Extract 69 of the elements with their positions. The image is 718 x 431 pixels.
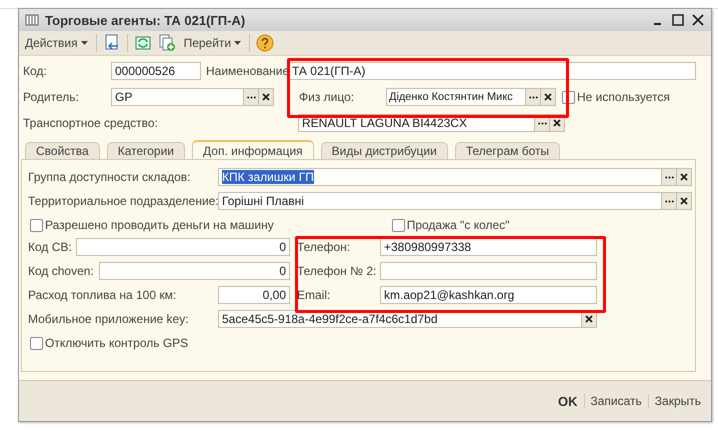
select-button[interactable] — [525, 89, 540, 105]
input-field[interactable]: Діденко Костянтин Микс — [386, 88, 556, 106]
tab[interactable]: Виды дистрибуции — [320, 142, 448, 159]
refresh-icon[interactable] — [134, 34, 152, 52]
footer-button[interactable]: Закрыть — [648, 394, 707, 408]
ellipsis-icon — [664, 200, 674, 202]
clear-button[interactable] — [676, 193, 691, 209]
select-button[interactable] — [661, 169, 676, 185]
table-icon — [25, 13, 39, 27]
field-label: Территориальное подразделение: — [28, 194, 218, 208]
input-field[interactable]: +380980997338 — [380, 238, 597, 256]
maximize-icon[interactable] — [671, 13, 685, 27]
select-button[interactable] — [661, 193, 676, 209]
field-label: Родитель: — [23, 90, 80, 104]
checkbox[interactable]: Отключить контроль GPS — [30, 336, 188, 350]
field-label: Email: — [297, 288, 332, 302]
ellipsis-icon — [664, 176, 674, 178]
input-field[interactable]: Горішні Плавні — [218, 192, 692, 210]
copy-add-icon[interactable] — [158, 34, 176, 52]
clear-icon — [585, 315, 593, 323]
clear-button[interactable] — [540, 89, 555, 105]
close-icon[interactable] — [691, 13, 705, 27]
tab[interactable]: Свойства — [25, 142, 100, 159]
document-arrow-icon[interactable] — [102, 34, 121, 52]
checkbox[interactable]: Продажа "с колес" — [392, 218, 510, 232]
checkbox[interactable]: Разрешено проводить деньги на машину — [30, 218, 274, 232]
ellipsis-icon — [246, 96, 256, 98]
field-label: Код: — [23, 64, 48, 78]
input-field[interactable]: 0,00 — [218, 286, 290, 304]
field-label: Транспортное средство: — [23, 116, 159, 130]
field-label: Телефон: — [297, 240, 352, 254]
field-label: Телефон № 2: — [297, 264, 378, 278]
caret-icon — [234, 41, 242, 45]
input-field[interactable]: km.aop21@kashkan.org — [380, 286, 597, 304]
input-field[interactable]: 000000526 — [111, 62, 201, 80]
tab[interactable]: Категории — [106, 142, 186, 159]
window-title: Торговые агенты: ТА 021(ГП-А) — [45, 12, 246, 28]
field-label: Наименование — [206, 64, 288, 78]
footer-button[interactable]: Записать — [584, 394, 648, 408]
footer-button[interactable]: OK — [552, 394, 584, 408]
caret-icon — [80, 41, 88, 45]
actions-menu[interactable]: Действия — [23, 36, 90, 50]
tab[interactable]: Доп. информация — [192, 140, 314, 159]
goto-menu[interactable]: Перейти — [182, 36, 244, 50]
clear-icon — [680, 197, 688, 205]
input-field[interactable]: ТА 021(ГП-А) — [288, 62, 696, 80]
field-label: Мобильное приложение key: — [28, 312, 190, 326]
field-label: Код СВ: — [28, 240, 73, 254]
clear-icon — [680, 173, 688, 181]
checkbox[interactable]: Не используется — [562, 90, 670, 104]
select-button[interactable] — [243, 89, 258, 105]
field-label: Группа доступности складов: — [28, 170, 192, 184]
input-field[interactable]: GP — [111, 88, 274, 106]
input-field[interactable] — [380, 262, 597, 280]
ellipsis-icon — [538, 122, 546, 124]
input-field[interactable]: 0 — [76, 238, 290, 256]
input-field[interactable]: 0 — [99, 262, 290, 280]
clear-icon — [553, 119, 561, 127]
clear-icon — [544, 93, 552, 101]
ellipsis-icon — [528, 96, 538, 98]
help-icon[interactable] — [256, 34, 274, 52]
clear-button[interactable] — [676, 169, 691, 185]
clear-button[interactable] — [258, 89, 273, 105]
tab[interactable]: Телеграм боты — [454, 142, 560, 159]
clear-icon — [262, 93, 270, 101]
field-label: Физ лицо: — [299, 90, 356, 104]
field-label: Код choven: — [28, 264, 95, 278]
field-label: Расход топлива на 100 км: — [28, 288, 178, 302]
input-field[interactable]: КПК залишки ГП — [218, 168, 692, 186]
